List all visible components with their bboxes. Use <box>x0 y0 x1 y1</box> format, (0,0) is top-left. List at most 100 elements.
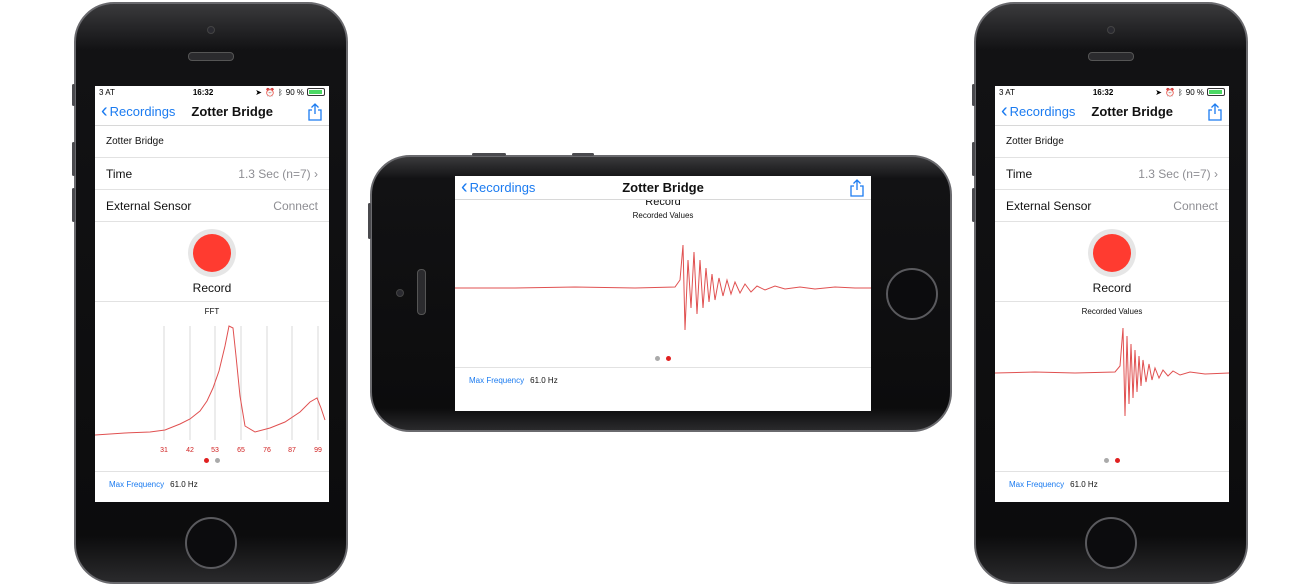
home-button[interactable] <box>1085 517 1137 569</box>
battery-percent: 90 % <box>1185 87 1204 97</box>
volume-down-button <box>972 188 975 222</box>
page-title: Zotter Bridge <box>1091 104 1174 119</box>
page-dot-2[interactable] <box>666 356 671 361</box>
screen: 3 AT 16:32 ➤ ⏰ ᛒ 90 % ‹ Recordings Zotte… <box>995 86 1229 502</box>
home-button[interactable] <box>886 268 938 320</box>
fft-chart-title: FFT <box>204 307 220 316</box>
side-button <box>72 84 75 106</box>
max-frequency-value: 61.0 Hz <box>530 376 558 385</box>
external-sensor-label: External Sensor <box>1006 198 1092 213</box>
fft-curve <box>95 325 326 436</box>
time-cell[interactable]: Time 1.3 Sec (n=7) › <box>95 158 329 190</box>
fft-peak-label: 99 <box>314 447 322 454</box>
back-label: Recordings <box>469 180 536 195</box>
share-icon[interactable] <box>1207 102 1223 121</box>
back-button[interactable]: ‹ Recordings <box>1001 101 1076 121</box>
recorded-values-chart <box>995 327 1229 417</box>
phone-right: 3 AT 16:32 ➤ ⏰ ᛒ 90 % ‹ Recordings Zotte… <box>972 2 1248 584</box>
time-value: 1.3 Sec (n=7) <box>1138 166 1211 181</box>
max-frequency-value: 61.0 Hz <box>170 480 198 489</box>
fft-peak-label: 31 <box>160 447 168 454</box>
record-button[interactable] <box>188 228 236 277</box>
alarm-icon: ⏰ <box>264 87 275 97</box>
page-title: Zotter Bridge <box>622 180 704 195</box>
page-dot-2[interactable] <box>215 458 220 463</box>
bluetooth-icon: ᛒ <box>1177 87 1183 97</box>
back-button[interactable]: ‹ Recordings <box>101 101 176 121</box>
record-button[interactable] <box>1088 228 1136 277</box>
max-frequency-label: Max Frequency <box>1009 480 1065 489</box>
external-sensor-label: External Sensor <box>106 198 192 213</box>
screen: ‹ Recordings Zotter Bridge Record Record… <box>455 176 871 411</box>
clock-text: 16:32 <box>192 87 214 97</box>
partial-record-label: Record <box>645 200 681 208</box>
battery-icon <box>306 88 325 96</box>
front-camera-icon <box>396 289 404 297</box>
page-indicator[interactable] <box>455 356 871 361</box>
clock-text: 16:32 <box>1092 87 1114 97</box>
recording-name: Zotter Bridge <box>1006 136 1064 147</box>
home-button[interactable] <box>185 517 237 569</box>
battery-icon <box>1206 88 1225 96</box>
share-icon[interactable] <box>849 178 865 197</box>
front-camera-icon <box>207 26 215 34</box>
recording-name-cell: Zotter Bridge <box>95 126 329 158</box>
page-indicator[interactable] <box>95 458 329 463</box>
max-frequency-row: Max Frequency 61.0 Hz <box>995 480 1229 489</box>
volume-down-button <box>72 188 75 222</box>
share-icon[interactable] <box>307 102 323 121</box>
record-icon <box>1093 233 1131 272</box>
bluetooth-icon: ᛒ <box>277 87 283 97</box>
screen: 3 AT 16:32 ➤ ⏰ ᛒ 90 % ‹ Recordings Zotte… <box>95 86 329 502</box>
navigation-bar: ‹ Recordings Zotter Bridge <box>95 98 329 126</box>
earpiece-speaker <box>1088 52 1134 61</box>
values-chart-title: Recorded Values <box>1081 307 1143 316</box>
navigation-bar: ‹ Recordings Zotter Bridge <box>455 176 871 200</box>
fft-peak-label: 53 <box>211 447 219 454</box>
carrier-text: 3 AT <box>99 87 115 97</box>
page-dot-1[interactable] <box>204 458 209 463</box>
earpiece-speaker <box>188 52 234 61</box>
page-title: Zotter Bridge <box>191 104 274 119</box>
time-value: 1.3 Sec (n=7) <box>238 166 311 181</box>
page-dot-1[interactable] <box>1104 458 1109 463</box>
recording-name-cell: Zotter Bridge <box>995 126 1229 158</box>
location-icon: ➤ <box>255 87 262 97</box>
fft-peak-label: 76 <box>263 447 271 454</box>
back-label: Recordings <box>109 104 176 119</box>
connect-button[interactable]: Connect <box>1173 199 1218 213</box>
record-area: Record <box>95 222 329 302</box>
side-button <box>972 84 975 106</box>
back-button[interactable]: ‹ Recordings <box>461 176 536 198</box>
record-icon <box>193 233 231 272</box>
earpiece-speaker <box>417 269 426 315</box>
max-frequency-label: Max Frequency <box>469 376 525 385</box>
max-frequency-value: 61.0 Hz <box>1070 480 1098 489</box>
volume-up-button <box>72 142 75 176</box>
record-label: Record <box>1092 280 1132 295</box>
max-frequency-row: Max Frequency 61.0 Hz <box>455 376 871 385</box>
values-chart-title: Recorded Values <box>632 211 694 220</box>
phone-left: 3 AT 16:32 ➤ ⏰ ᛒ 90 % ‹ Recordings Zotte… <box>72 2 348 584</box>
chevron-left-icon: ‹ <box>461 176 468 198</box>
signal-trace <box>995 327 1229 417</box>
fft-chart: 31 42 53 65 76 87 99 <box>95 325 326 454</box>
max-frequency-row: Max Frequency 61.0 Hz <box>95 480 329 489</box>
time-cell[interactable]: Time 1.3 Sec (n=7) › <box>995 158 1229 190</box>
alarm-icon: ⏰ <box>1164 87 1175 97</box>
external-sensor-cell: External Sensor Connect <box>95 190 329 222</box>
page-dot-1[interactable] <box>655 356 660 361</box>
page-indicator[interactable] <box>995 458 1229 463</box>
status-bar: 3 AT 16:32 ➤ ⏰ ᛒ 90 % <box>995 86 1229 98</box>
fft-peak-label: 87 <box>288 447 296 454</box>
time-label: Time <box>106 166 133 181</box>
side-button <box>368 203 371 239</box>
page-dot-2[interactable] <box>1115 458 1120 463</box>
battery-percent: 90 % <box>285 87 304 97</box>
chevron-right-icon: › <box>314 166 318 181</box>
record-area: Record <box>995 222 1229 302</box>
connect-button[interactable]: Connect <box>273 199 318 213</box>
front-camera-icon <box>1107 26 1115 34</box>
back-label: Recordings <box>1009 104 1076 119</box>
fft-peak-label: 65 <box>237 447 245 454</box>
